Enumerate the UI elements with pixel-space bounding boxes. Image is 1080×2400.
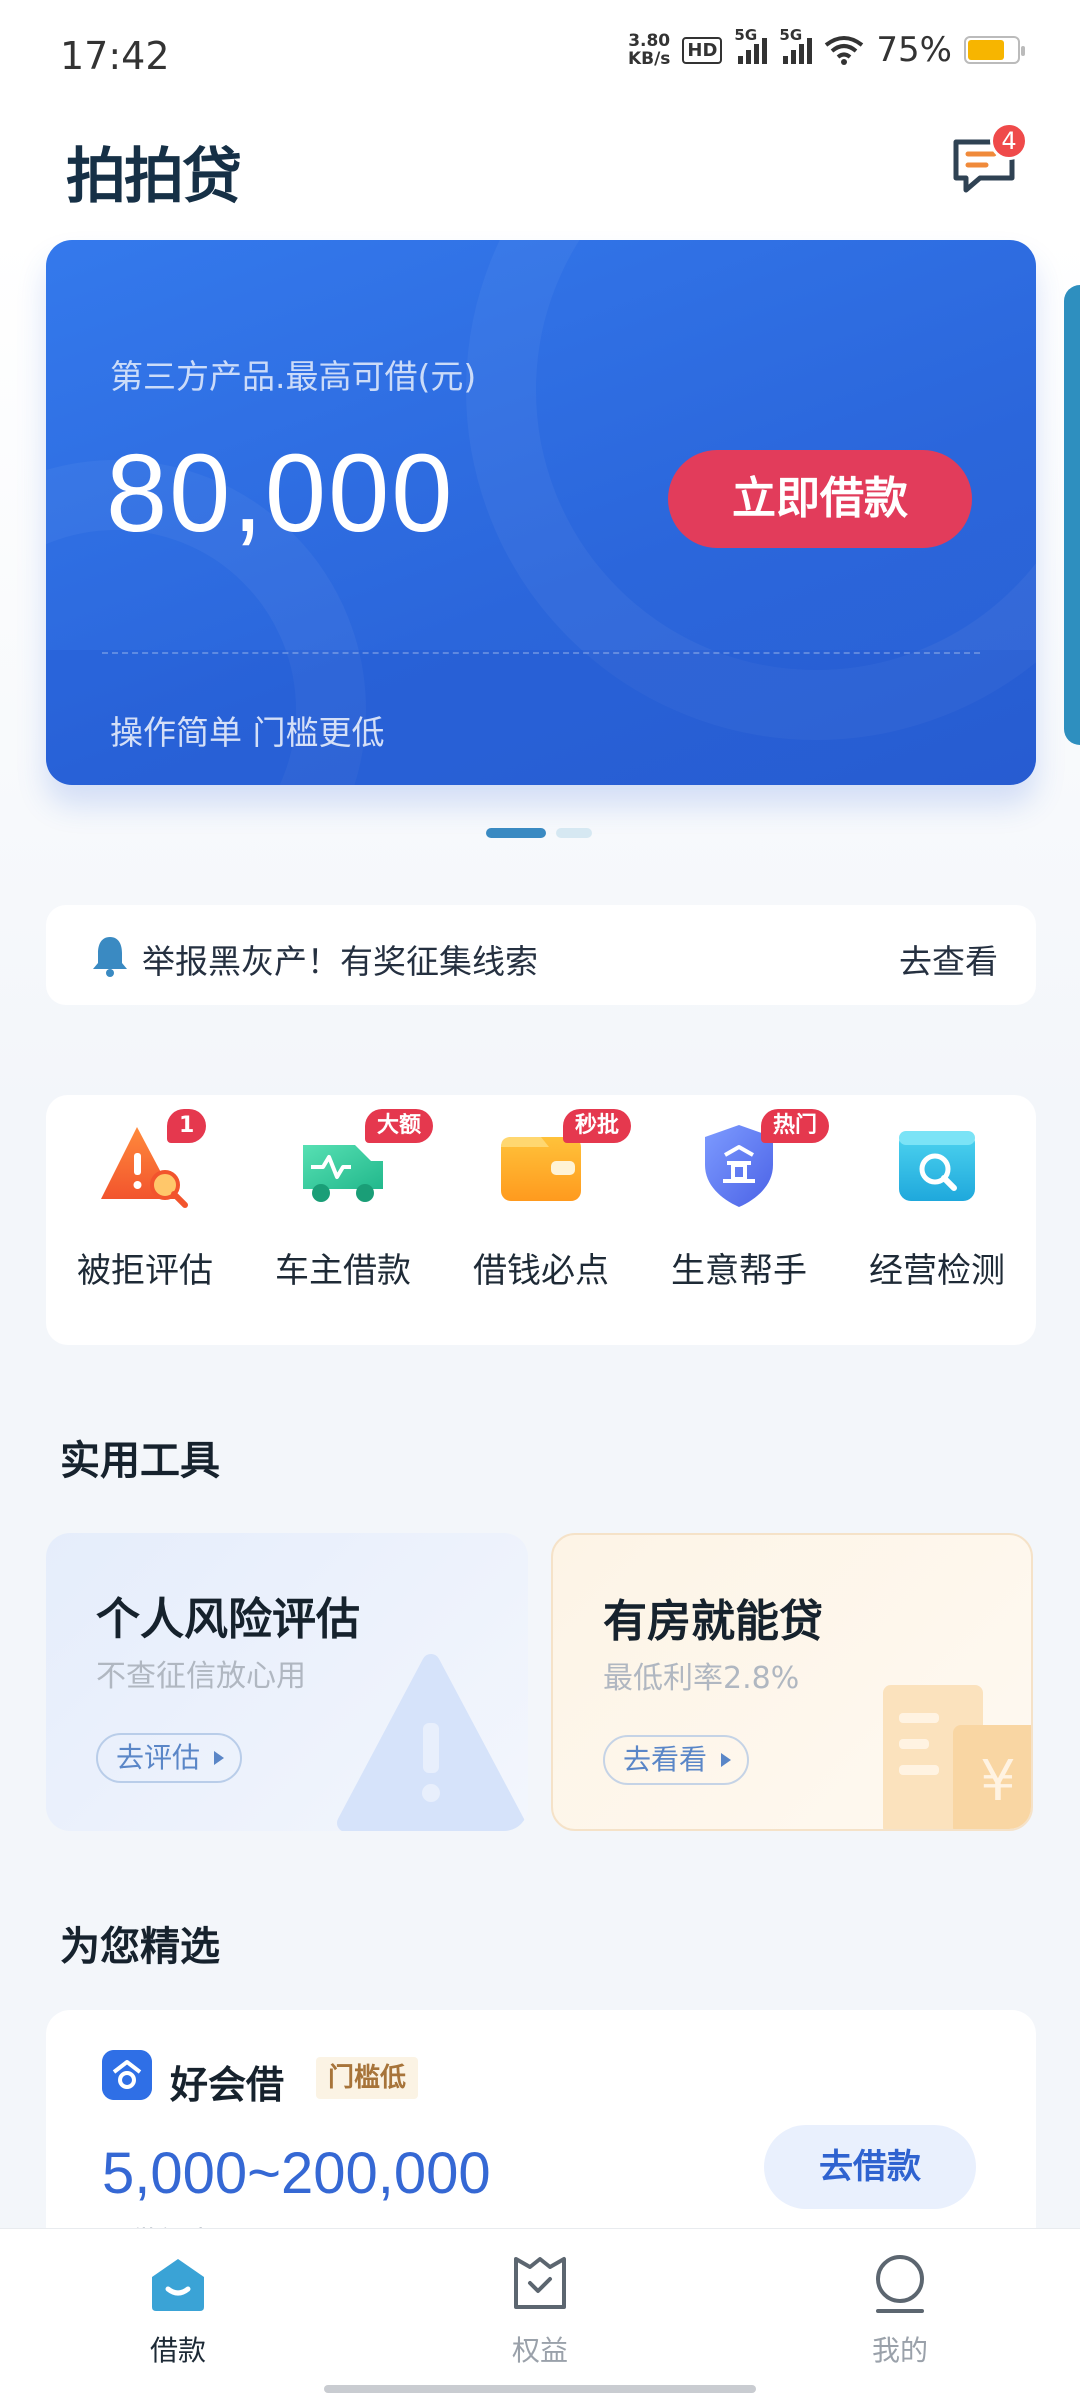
tool-card-title: 个人风险评估	[96, 1594, 360, 1645]
tool-card-subtitle: 不查征信放心用	[96, 1659, 306, 1694]
quick-action-rejection-assessment[interactable]: 1 被拒评估	[46, 1109, 244, 1292]
building-watermark-icon: ¥	[883, 1685, 1031, 1829]
net-speed-unit: KB/s	[627, 49, 671, 69]
tool-card-subtitle: 最低利率2.8%	[603, 1661, 800, 1696]
messages-button[interactable]: 4	[950, 122, 1028, 202]
net-speed: 3.80 KB/s	[628, 32, 670, 68]
tool-card-risk-assessment[interactable]: 个人风险评估 不查征信放心用 去评估	[46, 1533, 528, 1831]
quick-action-business-check[interactable]: 经营检测	[838, 1115, 1036, 1292]
product-tag: 门槛低	[316, 2057, 419, 2099]
battery-icon	[964, 36, 1025, 64]
quick-action-label: 车主借款	[275, 1251, 411, 1291]
tab-label: 借款	[149, 2334, 206, 2367]
tab-benefits[interactable]: 权益	[440, 2251, 640, 2369]
profile-icon	[876, 2255, 924, 2313]
product-amount-range: 5,000~200,000	[102, 2141, 491, 2206]
notice-view-link[interactable]: 去查看	[899, 935, 998, 983]
product-logo-icon	[102, 2050, 152, 2100]
quick-action-label: 经营检测	[869, 1251, 1005, 1291]
banner-pagination	[486, 828, 592, 838]
tool-view-button[interactable]: 去看看	[603, 1735, 750, 1785]
signal-label: 5G	[779, 26, 803, 44]
quick-action-badge: 秒批	[563, 1109, 632, 1143]
status-icons: 3.80 KB/s HD 5G 5G 75%	[628, 26, 1025, 70]
borrow-now-button[interactable]: 立即借款	[668, 450, 972, 548]
quick-action-label: 被拒评估	[77, 1251, 213, 1291]
product-name: 好会借	[170, 2063, 285, 2107]
wifi-icon	[825, 36, 864, 65]
quick-action-badge: 热门	[761, 1109, 830, 1143]
message-badge: 4	[990, 122, 1028, 160]
quick-action-borrow-tips[interactable]: 秒批 借钱必点	[442, 1109, 640, 1292]
status-time: 17:42	[60, 34, 170, 78]
pagination-dot	[556, 828, 592, 838]
signal-5g-icon: 5G	[734, 26, 768, 64]
quick-action-business-helper[interactable]: 热门 生意帮手	[640, 1109, 838, 1292]
notice-text: 举报黑灰产！有奖征集线索	[142, 942, 538, 981]
quick-action-badge: 1	[167, 1109, 207, 1143]
tool-card-title: 有房就能贷	[603, 1596, 823, 1647]
app-logo: 拍拍贷	[66, 142, 242, 212]
net-speed-value: 3.80	[628, 31, 671, 51]
home-indicator[interactable]	[324, 2385, 756, 2393]
banner-tagline: 操作简单 门槛更低	[110, 713, 385, 752]
bottom-tab-bar: 借款 权益 我的	[0, 2228, 1080, 2400]
tool-assess-button[interactable]: 去评估	[96, 1733, 243, 1783]
app-header: 拍拍贷 4	[0, 120, 1080, 230]
tool-card-house-loan[interactable]: ¥ 有房就能贷 最低利率2.8% 去看看	[551, 1533, 1033, 1831]
tab-borrow[interactable]: 借款	[78, 2251, 278, 2369]
quick-action-car-loan[interactable]: 大额 车主借款	[244, 1109, 442, 1292]
battery-level	[968, 40, 1004, 60]
quick-actions-grid: 1 被拒评估 大额 车主借款 秒批 借钱必点 热门 生意帮手 经营检测	[46, 1095, 1036, 1345]
loan-banner[interactable]: 第三方产品.最高可借(元) 80,000 立即借款 操作简单 门槛更低	[46, 240, 1036, 785]
banner-amount: 80,000	[106, 432, 455, 555]
signal-5g-icon: 5G	[779, 26, 813, 64]
tools-section-title: 实用工具	[60, 1438, 220, 1484]
home-icon	[152, 2259, 204, 2311]
banner-divider	[102, 652, 980, 654]
tab-label: 我的	[871, 2334, 928, 2367]
banner-subtitle: 第三方产品.最高可借(元)	[110, 357, 477, 396]
tab-label: 权益	[511, 2334, 568, 2367]
featured-section-title: 为您精选	[60, 1924, 220, 1970]
tab-profile[interactable]: 我的	[800, 2251, 1000, 2369]
quick-action-label: 借钱必点	[473, 1251, 609, 1291]
signal-label: 5G	[734, 26, 758, 44]
notice-bar[interactable]: 举报黑灰产！有奖征集线索 去查看	[46, 905, 1036, 1005]
next-banner-peek[interactable]	[1064, 285, 1080, 745]
benefits-icon	[514, 2257, 566, 2309]
pagination-dot-active	[486, 828, 546, 838]
warning-watermark-icon	[337, 1654, 525, 1831]
quick-action-label: 生意帮手	[671, 1251, 807, 1291]
product-borrow-button[interactable]: 去借款	[764, 2125, 976, 2209]
bell-icon	[93, 937, 127, 977]
battery-percent: 75%	[876, 30, 952, 70]
magnifier-icon	[899, 1131, 975, 1201]
quick-action-badge: 大额	[365, 1109, 434, 1143]
status-bar: 17:42 3.80 KB/s HD 5G 5G 75%	[0, 0, 1080, 120]
hd-icon: HD	[682, 36, 723, 64]
svg-text:¥: ¥	[980, 1749, 1016, 1814]
